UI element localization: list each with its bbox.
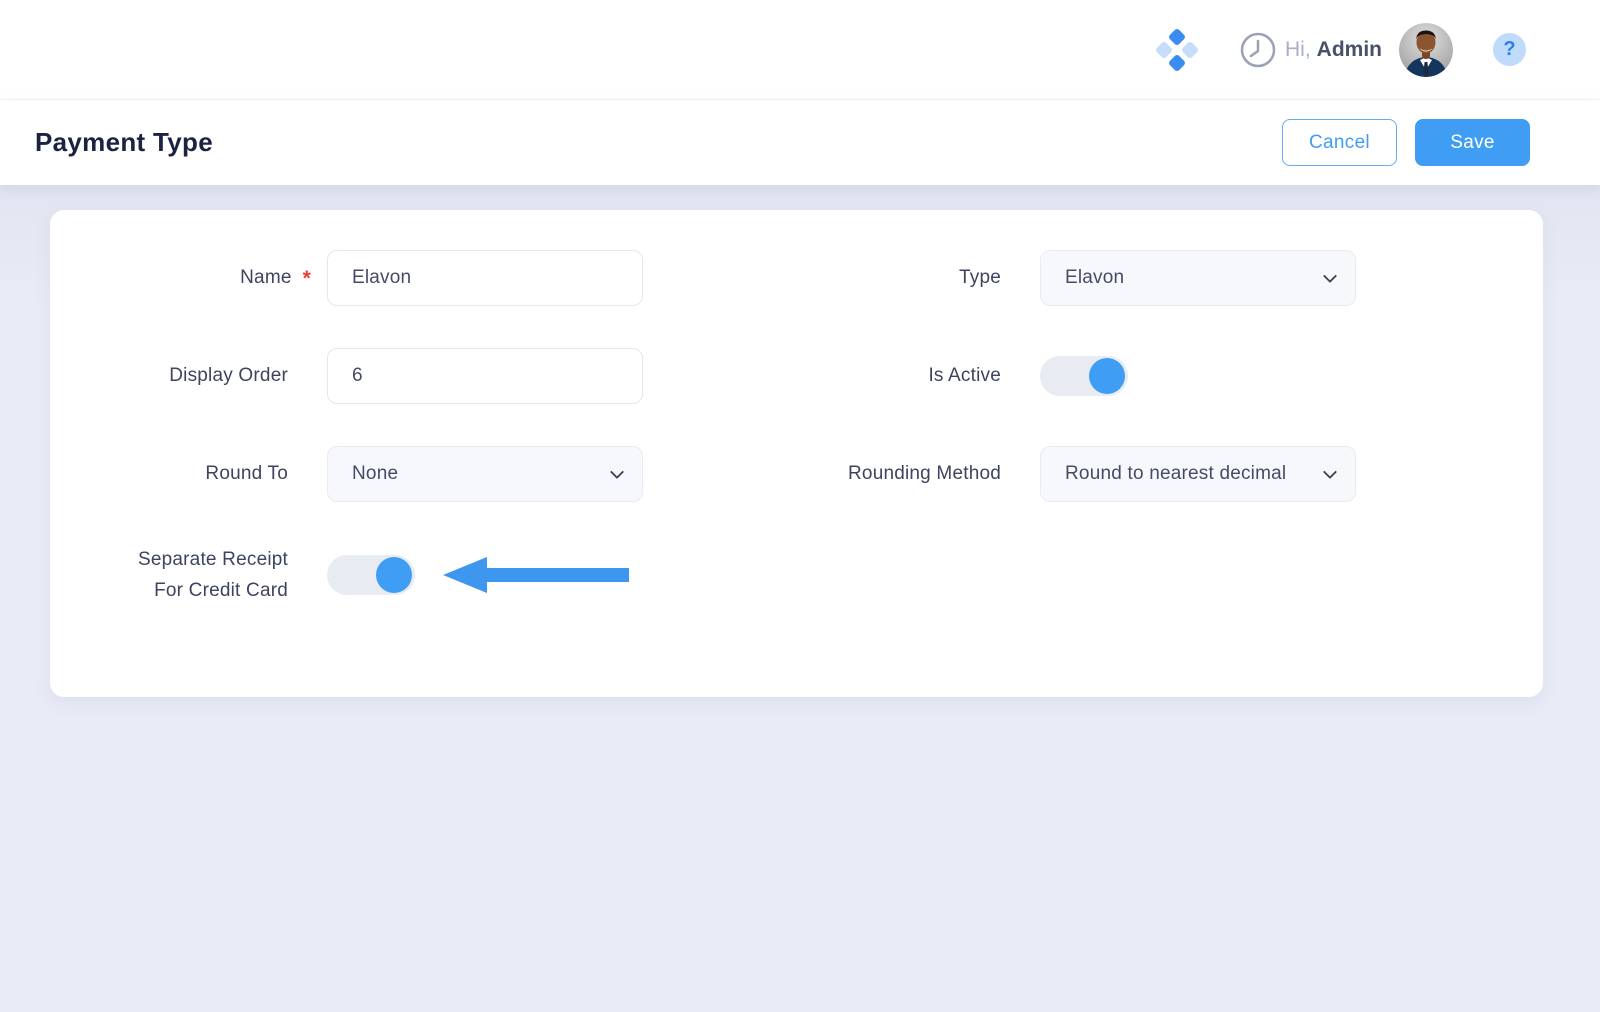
name-input[interactable]: [327, 250, 643, 306]
toggle-knob: [376, 557, 412, 593]
annotation-arrow-icon: [441, 553, 631, 597]
rounding-method-select-value: Round to nearest decimal: [1065, 463, 1315, 485]
chevron-down-icon: [610, 464, 624, 478]
main-content: Name * Type Elavon Display Order Is Acti…: [0, 185, 1600, 1012]
form-grid: Name * Type Elavon Display Order Is Acti…: [50, 250, 1543, 607]
help-icon[interactable]: ?: [1493, 33, 1526, 66]
round-to-select-value: None: [352, 463, 602, 485]
chevron-down-icon: [1323, 268, 1337, 282]
page-header: Payment Type Cancel Save: [0, 100, 1600, 185]
payment-type-form-card: Name * Type Elavon Display Order Is Acti…: [50, 210, 1543, 697]
rounding-method-label: Rounding Method: [643, 458, 1040, 489]
name-field-cell: [327, 250, 643, 306]
display-order-field-cell: [327, 348, 643, 404]
is-active-cell: [1040, 348, 1356, 404]
display-order-input[interactable]: [327, 348, 643, 404]
round-to-select[interactable]: None: [327, 446, 643, 502]
type-select[interactable]: Elavon: [1040, 250, 1356, 306]
page-title: Payment Type: [35, 127, 213, 158]
greeting-name: Admin: [1317, 38, 1382, 61]
separate-receipt-label: Separate Receipt For Credit Card: [50, 544, 327, 607]
apps-icon[interactable]: [1155, 28, 1199, 72]
rounding-method-select[interactable]: Round to nearest decimal: [1040, 446, 1356, 502]
separate-receipt-toggle[interactable]: [327, 555, 415, 595]
header-actions: Cancel Save: [1282, 119, 1530, 166]
user-greeting: Hi, Admin: [1285, 38, 1382, 62]
required-asterisk-icon: *: [303, 268, 311, 289]
is-active-toggle[interactable]: [1040, 356, 1128, 396]
is-active-label: Is Active: [643, 360, 1040, 391]
save-button[interactable]: Save: [1415, 119, 1530, 166]
clock-icon[interactable]: [1239, 31, 1277, 69]
separate-receipt-cell: [327, 547, 643, 603]
avatar[interactable]: [1399, 23, 1453, 77]
cancel-button[interactable]: Cancel: [1282, 119, 1397, 166]
display-order-label: Display Order: [50, 360, 327, 391]
round-to-label: Round To: [50, 458, 327, 489]
topbar: Hi, Admin ?: [0, 0, 1600, 100]
toggle-knob: [1089, 358, 1125, 394]
name-label: Name *: [50, 262, 327, 293]
chevron-down-icon: [1323, 464, 1337, 478]
type-select-value: Elavon: [1065, 267, 1315, 289]
type-label: Type: [643, 262, 1040, 293]
greeting-prefix: Hi,: [1285, 38, 1311, 61]
